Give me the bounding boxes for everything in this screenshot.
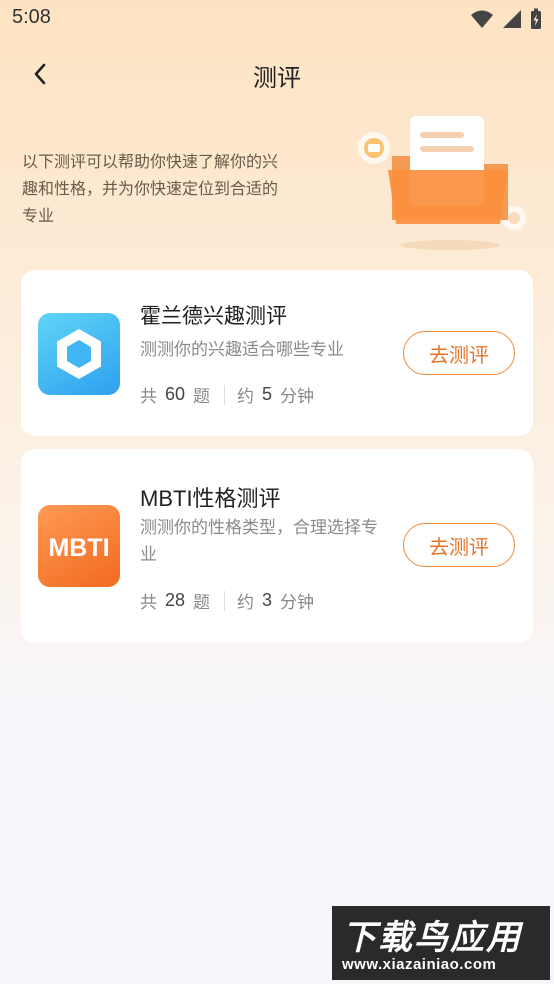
watermark-title: 下载鸟应用: [342, 918, 522, 958]
test-card-holland[interactable]: 霍兰德兴趣测评 测测你的兴趣适合哪些专业 共 60 题 约 5 分钟 去测评: [21, 270, 533, 436]
count-suffix: 题: [193, 387, 211, 407]
svg-text:MBTI: MBTI: [48, 534, 109, 562]
start-test-button[interactable]: 去测评: [403, 523, 515, 567]
wifi-icon: [471, 10, 493, 28]
test-title: MBTI性格测评: [140, 486, 281, 511]
time-suffix: 分钟: [280, 387, 315, 407]
question-count: 60: [165, 384, 186, 404]
intro-text: 以下测评可以帮助你快速了解你的兴趣和性格，并为你快速定位到合适的专业: [22, 152, 279, 225]
start-test-button[interactable]: 去测评: [403, 331, 515, 375]
hexagon-icon: [38, 313, 120, 395]
test-title: 霍兰德兴趣测评: [140, 304, 287, 328]
count-suffix: 题: [193, 593, 211, 613]
folder-illustration: [358, 116, 526, 250]
watermark-url: www.xiazainiao.com: [342, 956, 497, 973]
test-meta: 共 60 题 约 5 分钟: [140, 382, 314, 407]
test-description: 测测你的兴趣适合哪些专业: [140, 340, 344, 360]
question-count: 28: [165, 590, 186, 610]
time-prefix: 约: [237, 593, 255, 613]
test-meta: 共 28 题 约 3 分钟: [140, 588, 314, 613]
page-title: 测评: [253, 64, 301, 92]
battery-icon: [531, 8, 541, 29]
duration-minutes: 3: [262, 590, 273, 610]
test-card-mbti[interactable]: MBTI MBTI性格测评 测测你的性格类型，合理选择专业 共 28 题 约 3…: [21, 449, 533, 643]
time-suffix: 分钟: [280, 593, 315, 613]
time-prefix: 约: [237, 387, 255, 407]
status-icons: [470, 8, 542, 30]
count-prefix: 共: [140, 387, 157, 407]
signal-icon: [503, 10, 521, 28]
meta-divider: [224, 590, 226, 611]
nav-bar: 测评: [0, 48, 554, 102]
status-bar: 5:08: [0, 0, 554, 38]
duration-minutes: 5: [262, 384, 273, 404]
watermark: 下载鸟应用 www.xiazainiao.com: [332, 906, 550, 980]
meta-divider: [224, 384, 226, 405]
status-time: 5:08: [12, 6, 51, 28]
mbti-logo-icon: MBTI: [38, 505, 120, 587]
test-description: 测测你的性格类型，合理选择专业: [140, 518, 378, 565]
count-prefix: 共: [140, 593, 157, 613]
